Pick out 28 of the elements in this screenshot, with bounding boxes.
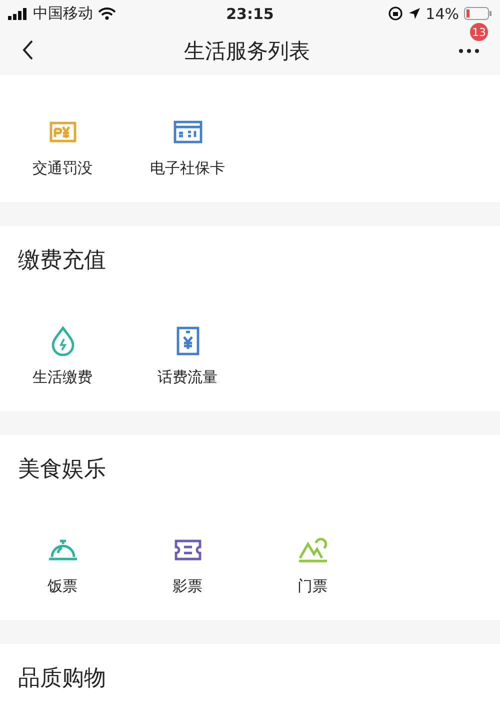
service-item[interactable]: 交通罚没 <box>0 117 125 178</box>
battery-percent: 14% <box>426 4 459 22</box>
service-item[interactable]: 电子社保卡 <box>125 117 250 178</box>
carrier-label: 中国移动 <box>33 4 93 23</box>
drop-icon <box>50 326 76 356</box>
section-title: 缴费充值 <box>17 247 107 275</box>
service-item[interactable]: 饭票 <box>0 535 125 596</box>
phone-icon <box>176 326 200 356</box>
mountain-icon <box>298 537 328 563</box>
notification-badge: 13 <box>470 23 488 41</box>
rotation-lock-icon <box>388 6 403 21</box>
clock-time: 23:15 <box>226 4 274 22</box>
dish-icon <box>48 538 78 562</box>
section-title: 品质购物 <box>17 665 107 693</box>
location-arrow-icon <box>408 7 421 20</box>
battery-icon <box>464 7 492 20</box>
back-icon <box>22 38 34 60</box>
service-item[interactable]: 话费流量 <box>125 326 250 387</box>
section-title: 美食娱乐 <box>17 456 107 484</box>
wifi-icon <box>98 7 116 20</box>
service-item[interactable]: 门票 <box>250 535 375 596</box>
service-item[interactable]: 生活缴费 <box>0 326 125 387</box>
page-title: 生活服务列表 <box>183 38 311 65</box>
more-icon <box>458 48 480 54</box>
service-item[interactable]: 影票 <box>125 535 250 596</box>
signal-icon <box>8 8 28 20</box>
card-icon <box>172 119 202 145</box>
ticket-icon <box>172 538 202 562</box>
